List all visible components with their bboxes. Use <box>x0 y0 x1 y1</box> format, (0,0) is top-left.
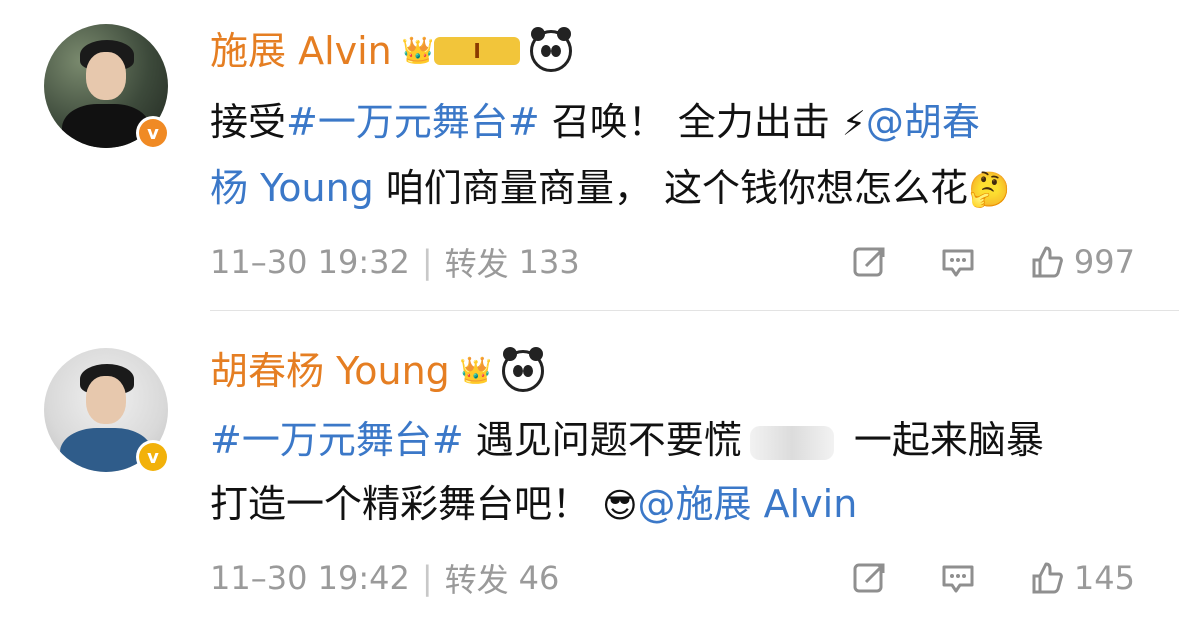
avatar-2[interactable]: v <box>44 348 170 474</box>
member-level-badge: I <box>434 37 521 65</box>
thumbs-up-icon <box>1032 562 1063 594</box>
text-segment: 接受 <box>210 100 287 144</box>
weibo-post-1: v 施展 Alvin 👑 I 接受#一万元舞台# 召唤！ 全力出击 ⚡@胡春 杨… <box>0 0 1179 312</box>
post-text-line-2: 打造一个精彩舞台吧！ 😎@施展 Alvin <box>210 472 1140 538</box>
blurred-emoji <box>749 425 834 460</box>
panda-eye-right <box>523 365 534 377</box>
post-divider <box>210 310 1179 311</box>
post-text: #一万元舞台# 遇见问题不要慌 一起来脑暴 打造一个精彩舞台吧！ 😎@施展 Al… <box>210 408 1140 538</box>
post-time: 11–30 19:42 <box>210 559 410 597</box>
verified-icon: v <box>139 119 167 147</box>
crown-icon: 👑 <box>401 36 435 66</box>
repost-icon <box>853 563 885 593</box>
meta-separator: | <box>421 559 433 597</box>
text-segment: 召唤！ 全力出击 <box>539 100 842 144</box>
sunglasses-face-icon: 😎 <box>602 486 638 526</box>
member-badge[interactable]: 👑 <box>460 353 492 389</box>
avatar-1[interactable]: v <box>44 24 170 150</box>
panda-eye-left <box>541 45 552 57</box>
repost-count: 46 <box>518 559 560 597</box>
comment-button[interactable] <box>938 242 978 282</box>
repost-button[interactable] <box>850 558 890 598</box>
post-text: 接受#一万元舞台# 召唤！ 全力出击 ⚡@胡春 杨 Young 咱们商量商量， … <box>210 90 1140 222</box>
text-segment: 咱们商量商量， 这个钱你想怎么花 <box>373 166 968 210</box>
repost-button[interactable] <box>850 242 890 282</box>
panda-eye-left <box>513 365 524 377</box>
comment-icon <box>942 565 974 593</box>
user-name[interactable]: 施展 Alvin <box>210 26 392 76</box>
text-segment: 打造一个精彩舞台吧！ <box>210 482 603 526</box>
post-text-line-1: #一万元舞台# 遇见问题不要慌 一起来脑暴 <box>210 408 1140 472</box>
topic-link[interactable]: #一万元舞台# <box>286 100 540 144</box>
repost-label: 转发 <box>444 561 509 599</box>
text-segment: 遇见问题不要慌 <box>463 418 742 462</box>
crown-icon: 👑 <box>459 356 493 386</box>
thumbs-up-icon <box>1032 246 1063 278</box>
post-text-line-1: 接受#一万元舞台# 召唤！ 全力出击 ⚡@胡春 <box>210 90 1140 156</box>
mention-link[interactable]: 杨 Young <box>210 166 374 210</box>
like-count: 997 <box>1073 243 1135 281</box>
comment-button[interactable] <box>938 558 978 598</box>
panda-eye-right <box>551 45 562 57</box>
user-name[interactable]: 胡春杨 Young <box>210 346 450 396</box>
mention-link[interactable]: @胡春 <box>866 100 980 144</box>
comment-icon <box>942 249 974 277</box>
like-button[interactable]: 145 <box>1026 558 1135 598</box>
post-text-line-2: 杨 Young 咱们商量商量， 这个钱你想怎么花🤔 <box>210 156 1140 222</box>
user-name-row: 胡春杨 Young 👑 <box>210 346 545 396</box>
like-count: 145 <box>1073 559 1135 597</box>
panda-icon <box>502 347 545 392</box>
post-time: 11–30 19:32 <box>210 243 410 281</box>
repost-icon <box>853 247 885 277</box>
weibo-post-2: v 胡春杨 Young 👑 #一万元舞台# 遇见问题不要慌 一起来脑暴 打造一个… <box>0 312 1179 624</box>
post-actions: 997 <box>850 242 1135 282</box>
lightning-icon: ⚡ <box>841 104 866 144</box>
thinking-face-icon: 🤔 <box>967 170 1011 210</box>
repost-label: 转发 <box>444 245 509 283</box>
like-button[interactable]: 997 <box>1026 242 1135 282</box>
avatar-face <box>86 376 126 424</box>
panda-icon <box>530 27 573 72</box>
verified-badge: v <box>136 440 170 474</box>
text-segment: 一起来脑暴 <box>841 418 1044 462</box>
post-actions: 145 <box>850 558 1135 598</box>
meta-separator: | <box>421 243 433 281</box>
verified-badge: v <box>136 116 170 150</box>
repost-count: 133 <box>518 243 580 281</box>
avatar-face <box>86 52 126 100</box>
user-name-row: 施展 Alvin 👑 I <box>210 26 573 76</box>
verified-icon: v <box>139 443 167 471</box>
mention-link[interactable]: @施展 Alvin <box>638 482 858 526</box>
topic-link[interactable]: #一万元舞台# <box>210 418 464 462</box>
member-badge[interactable]: 👑 I <box>401 33 521 69</box>
